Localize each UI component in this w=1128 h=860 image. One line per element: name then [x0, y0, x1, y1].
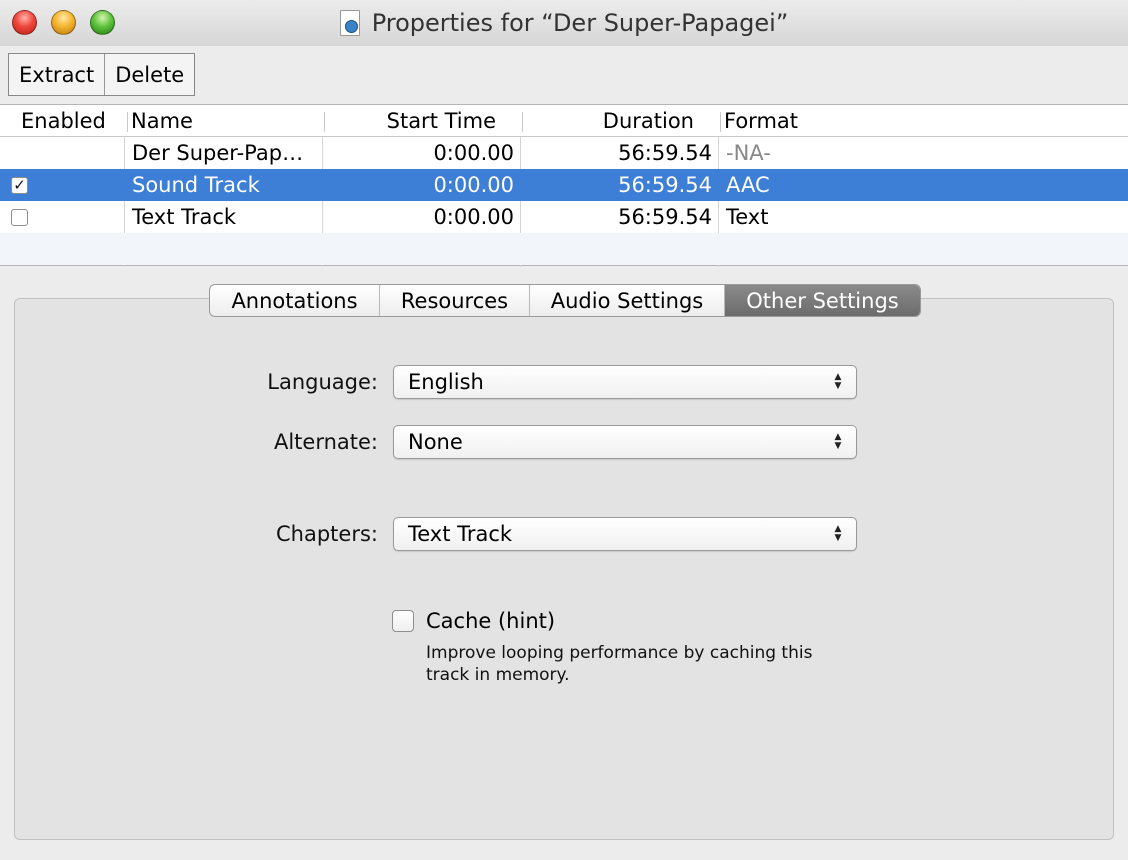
alternate-value: None: [408, 430, 463, 454]
table-row[interactable]: Der Super-Pap… 0:00.00 56:59.54 -NA-: [0, 137, 1128, 169]
language-popup[interactable]: English ▲ ▼: [393, 365, 857, 399]
minimize-window-button[interactable]: [51, 10, 76, 35]
document-icon: [339, 10, 360, 36]
track-duration: 56:59.54: [618, 141, 712, 165]
table-body: Der Super-Pap… 0:00.00 56:59.54 -NA- ✓ S…: [0, 137, 1128, 267]
up-down-arrows-icon: ▲ ▼: [834, 372, 842, 391]
delete-button[interactable]: Delete: [105, 54, 194, 95]
column-header-duration[interactable]: Duration: [522, 108, 694, 134]
chapters-value: Text Track: [408, 522, 513, 546]
tab-resources[interactable]: Resources: [380, 285, 530, 316]
alternate-label: Alternate:: [273, 430, 378, 454]
checkmark-icon: ✓: [11, 176, 28, 194]
cache-hint-help-text: Improve looping performance by caching t…: [426, 643, 813, 685]
column-header-name[interactable]: Name: [127, 108, 193, 134]
track-enabled-checkbox[interactable]: ✓: [11, 169, 28, 201]
tab-annotations[interactable]: Annotations: [210, 285, 380, 316]
table-row[interactable]: ✓ Sound Track 0:00.00 56:59.54 AAC: [0, 169, 1128, 201]
extract-button[interactable]: Extract: [9, 54, 106, 95]
track-format: -NA-: [726, 141, 771, 165]
track-format: AAC: [726, 173, 770, 197]
window-controls: [12, 10, 115, 35]
language-label: Language:: [267, 370, 378, 394]
alternate-popup[interactable]: None ▲ ▼: [393, 425, 857, 459]
table-header: Enabled Name Start Time Duration Format: [0, 105, 1128, 137]
table-row[interactable]: Text Track 0:00.00 56:59.54 Text: [0, 201, 1128, 233]
cache-hint-label[interactable]: Cache (hint): [426, 609, 555, 633]
toolbar: Extract Delete: [8, 53, 196, 96]
track-start-time: 0:00.00: [433, 141, 514, 165]
track-start-time: 0:00.00: [433, 205, 514, 229]
window-title-wrap: Properties for “Der Super-Papagei”: [339, 9, 789, 37]
track-name: Der Super-Pap…: [132, 141, 304, 165]
track-name: Sound Track: [132, 173, 260, 197]
track-duration: 56:59.54: [618, 173, 712, 197]
tab-audio-settings[interactable]: Audio Settings: [530, 285, 725, 316]
track-start-time: 0:00.00: [433, 173, 514, 197]
column-header-format[interactable]: Format: [719, 108, 798, 134]
up-down-arrows-icon: ▲ ▼: [834, 524, 842, 543]
settings-tabs: Annotations Resources Audio Settings Oth…: [209, 284, 921, 317]
track-format: Text: [726, 205, 769, 229]
column-header-start-time[interactable]: Start Time: [324, 108, 496, 134]
tracks-table: Enabled Name Start Time Duration Format …: [0, 104, 1128, 267]
cache-hint-option: Cache (hint): [392, 609, 555, 633]
track-name: Text Track: [132, 205, 237, 229]
title-bar: Properties for “Der Super-Papagei”: [0, 0, 1128, 46]
up-down-arrows-icon: ▲ ▼: [834, 432, 842, 451]
tab-other-settings[interactable]: Other Settings: [725, 285, 920, 316]
empty-table-row: [0, 233, 1128, 265]
close-window-button[interactable]: [12, 10, 37, 35]
cache-hint-checkbox[interactable]: [392, 610, 414, 632]
chapters-popup[interactable]: Text Track ▲ ▼: [393, 517, 857, 551]
track-duration: 56:59.54: [618, 205, 712, 229]
column-header-enabled[interactable]: Enabled: [21, 108, 106, 134]
track-enabled-checkbox[interactable]: [11, 201, 28, 233]
language-value: English: [408, 370, 484, 394]
window-title: Properties for “Der Super-Papagei”: [371, 9, 789, 37]
zoom-window-button[interactable]: [90, 10, 115, 35]
chapters-label: Chapters:: [276, 522, 378, 546]
